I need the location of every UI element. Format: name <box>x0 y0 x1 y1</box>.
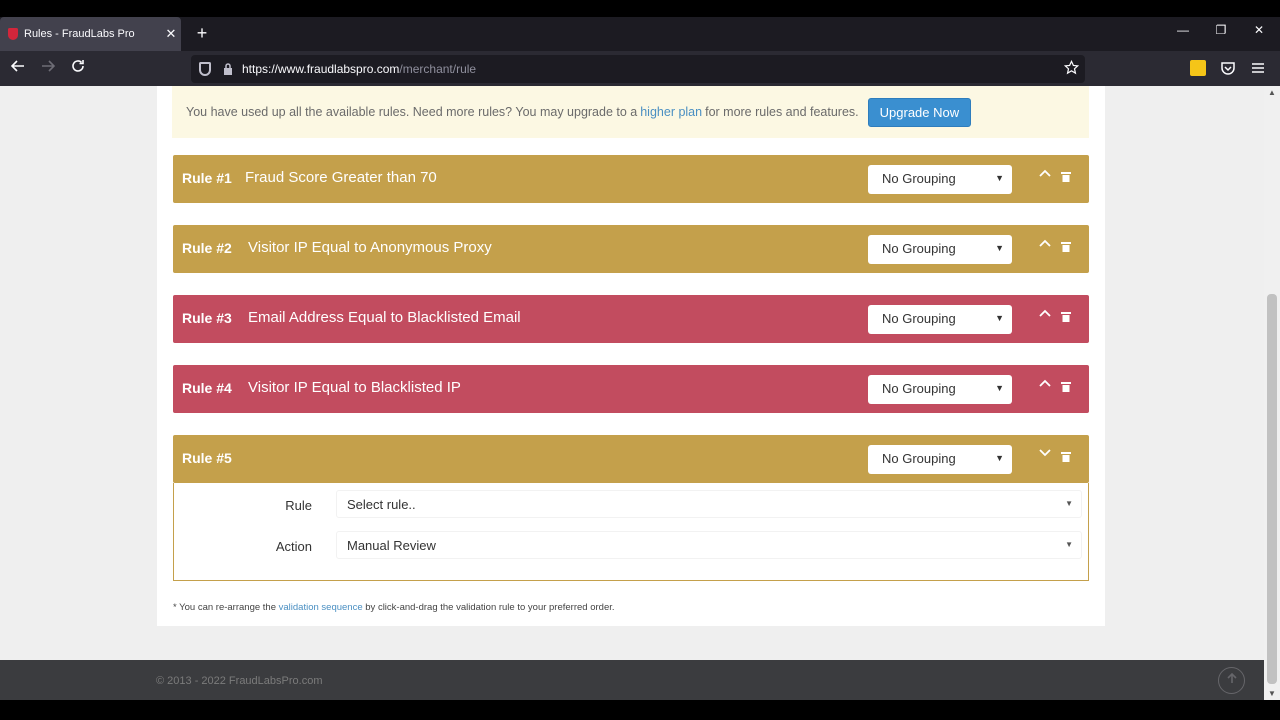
collapse-chevron-up-icon[interactable] <box>1039 378 1051 388</box>
trash-icon[interactable] <box>1061 242 1071 252</box>
trash-icon[interactable] <box>1061 172 1071 182</box>
action-select-value: Manual Review <box>347 538 436 553</box>
rule-row-1[interactable]: Rule #1 Fraud Score Greater than 70 No G… <box>173 155 1089 203</box>
rule-row-3[interactable]: Rule #3 Email Address Equal to Blacklist… <box>173 295 1089 343</box>
rule-row-2[interactable]: Rule #2 Visitor IP Equal to Anonymous Pr… <box>173 225 1089 273</box>
expand-chevron-down-icon[interactable] <box>1039 448 1051 458</box>
shield-favicon-icon <box>8 28 18 40</box>
rules-card: You have used up all the available rules… <box>157 86 1105 626</box>
scroll-to-top-button[interactable] <box>1218 667 1245 694</box>
forward-button[interactable] <box>37 58 59 80</box>
rule-row-5[interactable]: Rule #5 No Grouping ▼ <box>173 435 1089 483</box>
grouping-select[interactable]: No Grouping ▼ <box>868 445 1012 474</box>
rule-title: Visitor IP Equal to Blacklisted IP <box>248 379 461 396</box>
tracking-shield-icon[interactable] <box>199 62 211 76</box>
grouping-value: No Grouping <box>882 241 956 256</box>
restore-button[interactable]: ❐ <box>1209 23 1233 37</box>
collapse-chevron-up-icon[interactable] <box>1039 168 1051 178</box>
rule-number: Rule #5 <box>182 450 232 466</box>
higher-plan-link[interactable]: higher plan <box>640 105 702 119</box>
action-label: Action <box>275 539 312 554</box>
chevron-down-icon: ▼ <box>995 243 1004 253</box>
rule-title: Visitor IP Equal to Anonymous Proxy <box>248 239 492 256</box>
reload-icon <box>72 60 84 72</box>
back-button[interactable] <box>7 58 29 80</box>
rule-number: Rule #2 <box>182 240 232 256</box>
upgrade-notice: You have used up all the available rules… <box>172 86 1089 138</box>
arrow-up-icon <box>1226 672 1237 683</box>
window-bottom-edge <box>0 700 1280 720</box>
chevron-down-icon: ▼ <box>995 313 1004 323</box>
notice-text-after: for more rules and features. <box>705 105 859 119</box>
menu-icon[interactable] <box>1250 60 1266 76</box>
rule-select-value: Select rule.. <box>347 497 416 512</box>
notice-text: You have used up all the available rules… <box>186 105 638 119</box>
scroll-down-arrow-icon[interactable]: ▼ <box>1264 689 1280 698</box>
grouping-value: No Grouping <box>882 171 956 186</box>
grouping-value: No Grouping <box>882 381 956 396</box>
window-titlebar <box>0 0 1280 17</box>
rule-number: Rule #4 <box>182 380 232 396</box>
scroll-up-arrow-icon[interactable]: ▲ <box>1264 88 1280 97</box>
rule-5-form: Rule Select rule.. ▼ Action Manual Revie… <box>173 483 1089 581</box>
url-text[interactable]: https://www.fraudlabspro.com/merchant/ru… <box>242 62 476 76</box>
copyright-text: © 2013 - 2022 FraudLabsPro.com <box>156 675 323 687</box>
extension-icon[interactable] <box>1190 60 1206 76</box>
grouping-select[interactable]: No Grouping ▼ <box>868 165 1012 194</box>
grouping-value: No Grouping <box>882 451 956 466</box>
trash-icon[interactable] <box>1061 452 1071 462</box>
validation-sequence-link[interactable]: validation sequence <box>279 602 363 613</box>
tab-title: Rules - FraudLabs Pro <box>24 28 135 40</box>
caret-down-icon: ▼ <box>1065 499 1073 508</box>
url-path: /merchant/rule <box>399 62 477 76</box>
new-tab-button[interactable]: + <box>190 21 214 45</box>
chevron-down-icon: ▼ <box>995 173 1004 183</box>
footnote-text: * You can re-arrange the <box>173 602 276 613</box>
chevron-down-icon: ▼ <box>995 383 1004 393</box>
rule-label: Rule <box>285 498 312 513</box>
close-window-button[interactable]: ✕ <box>1247 23 1271 37</box>
grouping-select[interactable]: No Grouping ▼ <box>868 375 1012 404</box>
action-select[interactable]: Manual Review ▼ <box>336 531 1082 559</box>
back-arrow-icon <box>10 60 24 72</box>
minimize-button[interactable]: — <box>1171 23 1195 37</box>
tab-bar: Rules - FraudLabs Pro ✕ + — ❐ ✕ <box>0 17 1280 51</box>
trash-icon[interactable] <box>1061 382 1071 392</box>
vertical-scrollbar[interactable]: ▲ ▼ <box>1264 86 1280 700</box>
tab-close-icon[interactable]: ✕ <box>161 26 181 42</box>
grouping-value: No Grouping <box>882 311 956 326</box>
rule-title: Email Address Equal to Blacklisted Email <box>248 309 521 326</box>
lock-icon[interactable] <box>223 63 233 75</box>
rule-number: Rule #3 <box>182 310 232 326</box>
chevron-down-icon: ▼ <box>995 453 1004 463</box>
rule-number: Rule #1 <box>182 170 232 186</box>
footnote-text-after: by click-and-drag the validation rule to… <box>365 602 615 613</box>
pocket-icon[interactable] <box>1220 60 1236 76</box>
rule-title: Fraud Score Greater than 70 <box>245 169 437 186</box>
rule-row-4[interactable]: Rule #4 Visitor IP Equal to Blacklisted … <box>173 365 1089 413</box>
grouping-select[interactable]: No Grouping ▼ <box>868 305 1012 334</box>
browser-tab[interactable]: Rules - FraudLabs Pro ✕ <box>0 17 181 51</box>
page-footer: © 2013 - 2022 FraudLabsPro.com <box>0 660 1264 700</box>
bookmark-star-icon[interactable] <box>1064 60 1079 75</box>
collapse-chevron-up-icon[interactable] <box>1039 308 1051 318</box>
rule-select[interactable]: Select rule.. ▼ <box>336 490 1082 518</box>
scrollbar-thumb[interactable] <box>1267 294 1277 684</box>
grouping-select[interactable]: No Grouping ▼ <box>868 235 1012 264</box>
forward-arrow-icon <box>42 60 56 72</box>
trash-icon[interactable] <box>1061 312 1071 322</box>
url-host: https://www.fraudlabspro.com <box>242 62 400 76</box>
page-viewport: You have used up all the available rules… <box>0 86 1264 660</box>
upgrade-now-button[interactable]: Upgrade Now <box>867 97 972 127</box>
rearrange-footnote: * You can re-arrange the validation sequ… <box>173 602 615 613</box>
navigation-toolbar: https://www.fraudlabspro.com/merchant/ru… <box>0 51 1280 86</box>
collapse-chevron-up-icon[interactable] <box>1039 238 1051 248</box>
caret-down-icon: ▼ <box>1065 540 1073 549</box>
address-bar[interactable]: https://www.fraudlabspro.com/merchant/ru… <box>191 55 1085 83</box>
reload-button[interactable] <box>67 58 89 80</box>
